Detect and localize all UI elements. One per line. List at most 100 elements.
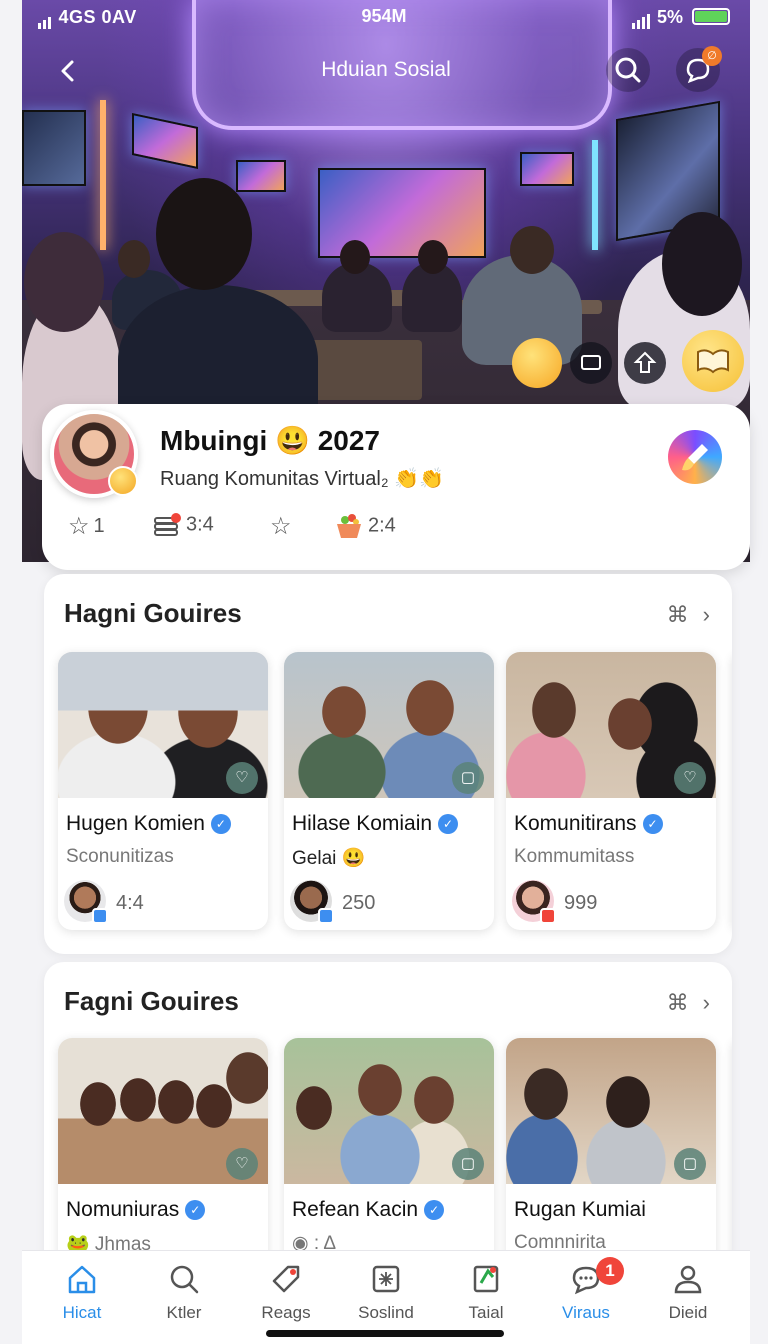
chevron-right-icon[interactable]: › xyxy=(703,602,710,627)
comment-icon[interactable]: ▢ xyxy=(452,1148,484,1180)
book-emoji-button[interactable] xyxy=(682,330,744,392)
notification-badge: ∅ xyxy=(702,46,722,66)
heart-icon[interactable]: ♡ xyxy=(226,762,258,794)
verified-icon: ✓ xyxy=(438,814,459,834)
stat-value: 3:4 xyxy=(186,513,214,536)
signal-icon xyxy=(631,8,652,29)
group-card[interactable]: ▢ Refean Kacin ✓ ◉ : Δ xyxy=(284,1038,494,1282)
group-title: Hilase Komiain ✓ xyxy=(292,812,459,836)
stat-rating[interactable]: ☆ 1 xyxy=(68,512,105,541)
customize-button[interactable] xyxy=(668,430,722,484)
notification-badge: 1 xyxy=(596,1257,624,1285)
neon-light xyxy=(100,100,106,250)
nav-home[interactable]: Hicat xyxy=(30,1261,134,1323)
badge-icon xyxy=(318,908,334,924)
nav-search[interactable]: Ktler xyxy=(132,1261,236,1323)
comment-icon[interactable]: ▢ xyxy=(452,762,484,794)
tv-screen xyxy=(520,152,574,186)
member-count: 999 xyxy=(564,892,598,914)
verified-icon: ✓ xyxy=(424,1200,445,1220)
chevron-right-icon[interactable]: › xyxy=(703,990,710,1015)
avatar xyxy=(64,880,108,924)
group-title-text: Nomuniuras xyxy=(66,1198,180,1221)
neon-light xyxy=(592,140,598,250)
notebook-icon xyxy=(473,1265,499,1293)
nav-label: Hicat xyxy=(62,1303,102,1322)
battery-percent: 5% xyxy=(656,7,683,27)
status-bar: 4GS 0AV 954M 5% xyxy=(0,0,768,36)
home-icon xyxy=(68,1265,96,1294)
tv-screen xyxy=(236,160,286,192)
grid-icon[interactable]: ⌘ xyxy=(667,990,689,1015)
nav-social[interactable]: Soslind xyxy=(334,1261,438,1323)
chat-stack-icon xyxy=(154,513,181,536)
battery-icon xyxy=(692,8,730,25)
search-icon xyxy=(170,1265,199,1294)
stat-value: 2:4 xyxy=(368,514,396,537)
stat-value: 1 xyxy=(93,514,105,537)
notifications-button[interactable]: ∅ xyxy=(676,46,722,92)
group-title-text: Hilase Komiain xyxy=(292,812,433,835)
comment-icon[interactable]: ▢ xyxy=(674,1148,706,1180)
nav-label: Taial xyxy=(468,1303,504,1322)
stat-favorite[interactable]: ☆ xyxy=(270,512,296,541)
search-icon xyxy=(615,57,641,83)
member-count: 250 xyxy=(342,892,376,914)
group-subtitle: Gelai 😃 xyxy=(292,848,366,869)
star-outline-icon: ☆ xyxy=(270,513,292,540)
share-icon xyxy=(633,351,657,373)
group-card[interactable]: ▢ Rugan Kumiai Comnnirita xyxy=(506,1038,716,1282)
group-subtitle: Sconunitizas xyxy=(66,846,174,867)
paintbrush-icon xyxy=(682,444,708,471)
verified-icon: ✓ xyxy=(642,814,663,834)
stat-posts[interactable]: 3:4 xyxy=(152,512,214,538)
nav-label: Viraus xyxy=(562,1303,610,1322)
star-icon: ☆ xyxy=(68,513,90,540)
nav-label: Dieid xyxy=(668,1303,708,1322)
stat-food[interactable]: 2:4 xyxy=(334,512,396,540)
community-profile-card: Mbuingi 😃 2027 Ruang Komunitas Virtual₂ … xyxy=(42,404,750,570)
nav-chat[interactable]: Viraus 1 xyxy=(534,1257,638,1323)
section-title: Hagni Gouires xyxy=(64,598,242,628)
nav-profile[interactable]: Dieid xyxy=(636,1261,740,1323)
person-head xyxy=(662,212,742,316)
tv-screen xyxy=(22,110,86,186)
section-actions: ⌘ › xyxy=(653,990,710,1016)
share-reaction-button[interactable] xyxy=(624,342,666,384)
group-card[interactable]: ♡ Nomuniuras ✓ 🐸 Jhmas xyxy=(58,1038,268,1282)
sparkle-box-icon xyxy=(372,1265,400,1293)
group-card[interactable]: ♡ Hugen Komien ✓ Sconunitizas 4:4 xyxy=(58,652,268,930)
person-head xyxy=(418,240,448,274)
group-title-text: Komunitirans xyxy=(514,812,637,835)
nav-label: Reags xyxy=(261,1303,311,1322)
heart-icon[interactable]: ♡ xyxy=(674,762,706,794)
group-subtitle: Kommumitass xyxy=(514,846,635,867)
screen-reaction-button[interactable] xyxy=(570,342,612,384)
avatar xyxy=(512,880,556,924)
badge-icon xyxy=(92,908,108,924)
person-head xyxy=(510,226,554,274)
person-head xyxy=(156,178,252,290)
group-title-text: Hugen Komien xyxy=(66,812,205,835)
search-button[interactable] xyxy=(606,48,650,92)
groups-section: Hagni Gouires ⌘ › ♡ Hugen Komien ✓ Sconuni… xyxy=(44,574,732,954)
member-count: 4:4 xyxy=(116,892,144,914)
person-head xyxy=(118,240,150,278)
smile-emoji-icon xyxy=(108,466,138,496)
heart-icon[interactable]: ♡ xyxy=(226,1148,258,1180)
verified-icon: ✓ xyxy=(210,814,231,834)
group-card[interactable]: ▢ Hilase Komiain ✓ Gelai 😃 250 xyxy=(284,652,494,930)
home-indicator xyxy=(266,1330,504,1337)
group-title-text: Refean Kacin xyxy=(292,1198,419,1221)
nav-label: Soslind xyxy=(358,1303,414,1322)
nav-tags[interactable]: Reags xyxy=(234,1261,338,1323)
grin-emoji-button[interactable] xyxy=(512,338,562,388)
person-head xyxy=(24,232,104,332)
status-right: 5% xyxy=(631,7,730,29)
nav-notes[interactable]: Taial xyxy=(434,1261,538,1323)
badge-icon xyxy=(540,908,556,924)
person-head xyxy=(340,240,370,274)
group-card[interactable]: ♡ Komunitirans ✓ Kommumitass 999 xyxy=(506,652,716,930)
grid-icon[interactable]: ⌘ xyxy=(667,602,689,627)
person-icon xyxy=(674,1265,702,1294)
